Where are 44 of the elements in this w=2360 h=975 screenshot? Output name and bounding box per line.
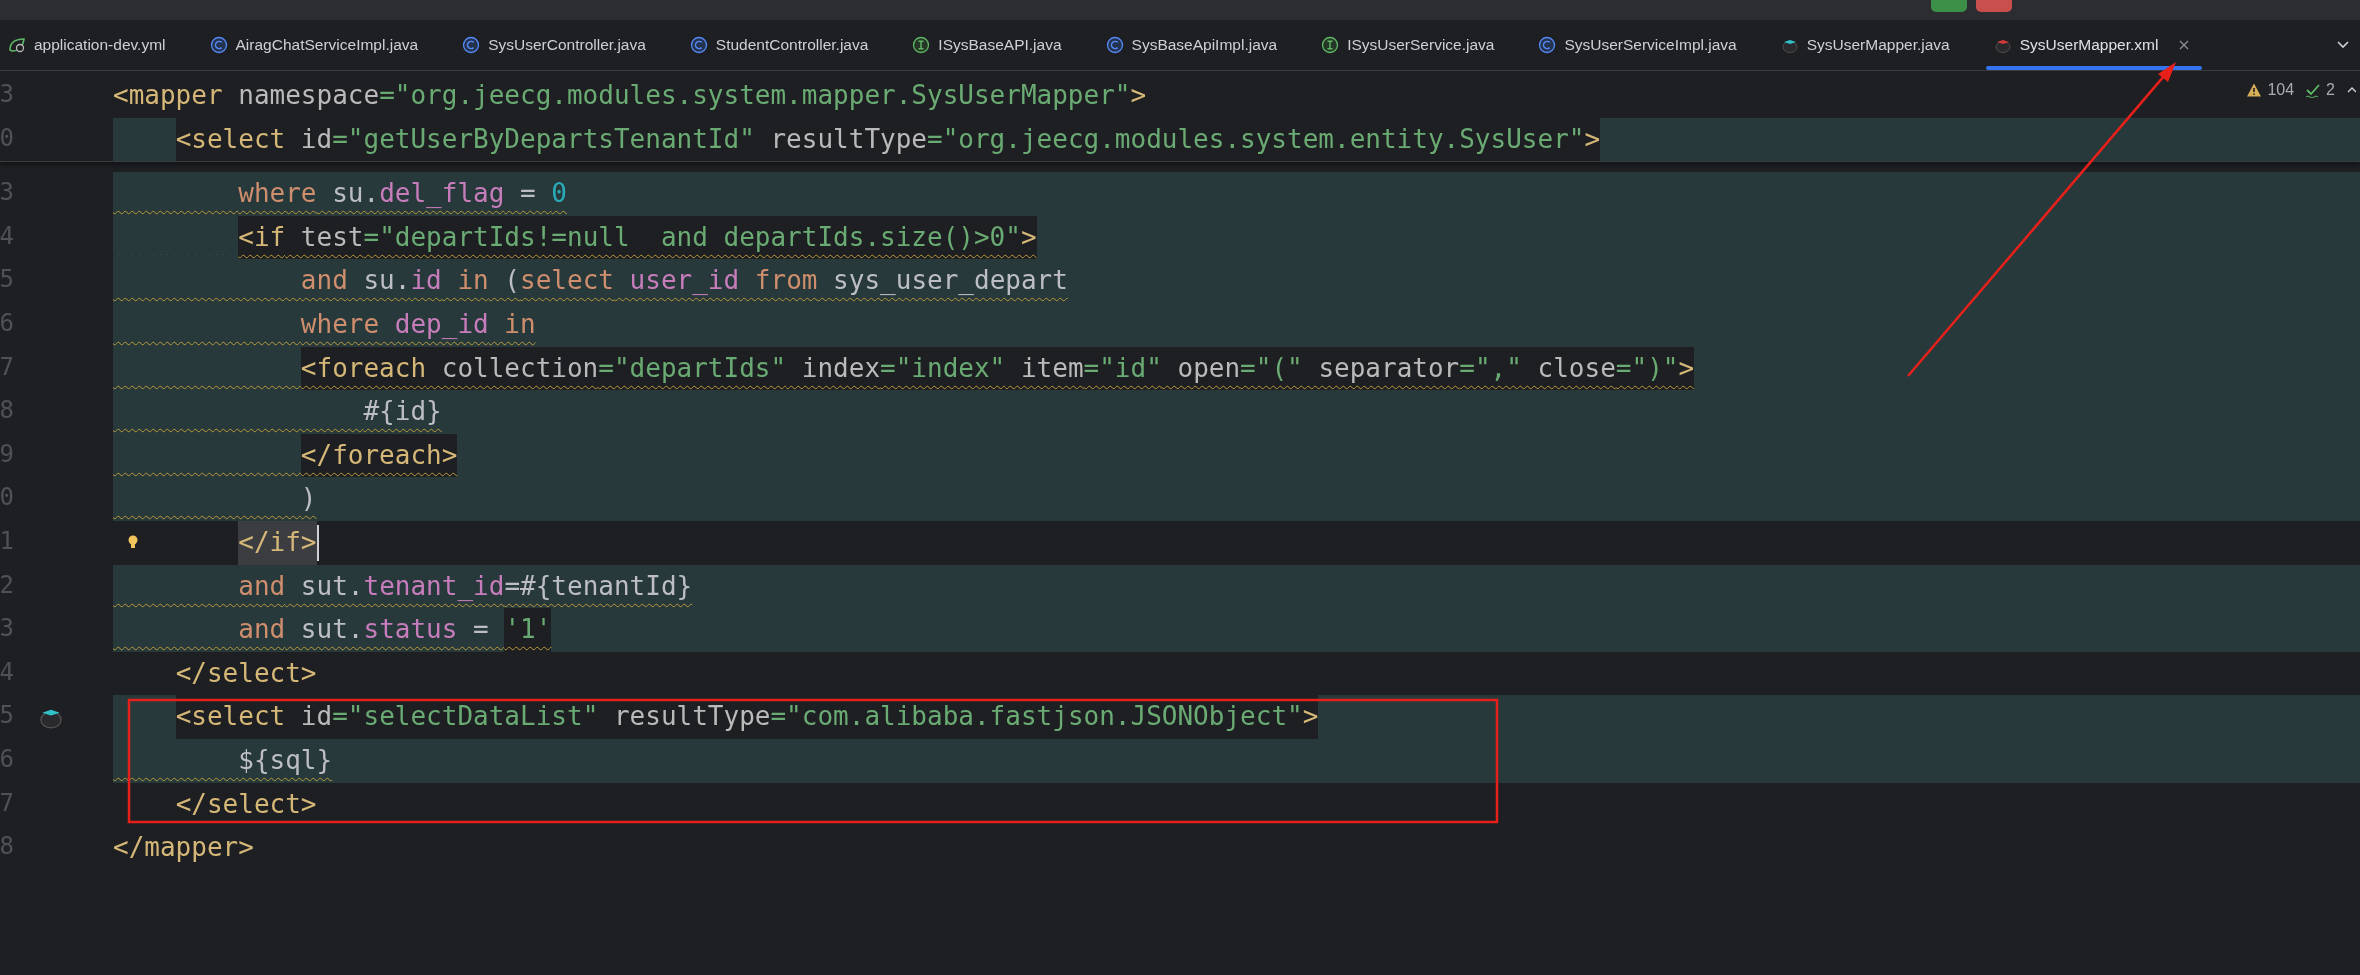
code-line: <select id="getUserByDepartsTenantId" resultType="org.jeecg.modules.system.entity.SysUser"> [113, 117, 1601, 162]
code-line: <foreach collection="departIds" index="index" item="id" open="(" separator="," close=")"> [113, 346, 1695, 391]
editor-tab[interactable]: application-dev.yml [0, 20, 202, 70]
code-line: #{id} [362, 395, 442, 429]
code-line: where su.del_flag = 0 [237, 177, 567, 211]
code-line: </select> [174, 787, 317, 821]
code-line: </mapper> [113, 831, 254, 865]
warning-count: 104 [2267, 81, 2295, 99]
code-line: <mapper namespace="org.jeecg.modules.system.mapper.SysUserMapper"> [113, 79, 1147, 112]
code-line: and sut.tenant_id=#{tenantId} [237, 569, 693, 603]
interface-icon [1321, 36, 1340, 54]
bulb-icon[interactable] [127, 533, 139, 550]
code-line: </foreach> [113, 433, 458, 478]
editor-tab[interactable]: ISysUserService.java [1313, 20, 1531, 70]
warning-icon[interactable] [2246, 82, 2263, 98]
editor-tab[interactable]: SysUserController.java [454, 20, 682, 70]
leaf-icon [8, 36, 26, 54]
class-icon [209, 36, 228, 54]
class-icon [1538, 36, 1557, 54]
code-line: <select id="selectDataList" resultType="com.alibaba.fastjson.JSONObject"> [113, 695, 1319, 739]
class-icon [1105, 36, 1124, 54]
check-icon[interactable] [2305, 82, 2322, 98]
class-icon [689, 36, 708, 54]
close-icon[interactable] [2178, 39, 2191, 51]
interface-icon [912, 36, 931, 54]
code-line: and sut.status = '1' [113, 608, 552, 652]
code-line: where dep_id in [299, 307, 536, 341]
code-line: </select> [174, 656, 317, 690]
editor-tab[interactable]: SysUserServiceImpl.java [1530, 20, 1773, 70]
editor-tab[interactable]: StudentController.java [681, 20, 905, 70]
typo-count: 2 [2326, 81, 2335, 99]
editor-tab[interactable]: SysUserMapper.java [1772, 20, 1986, 70]
toolbar-button[interactable] [1931, 0, 1967, 12]
editor-tab[interactable]: AiragChatServiceImpl.java [201, 20, 455, 70]
chevron-down-icon[interactable] [2336, 40, 2350, 50]
editor-tab[interactable]: SysUserMapper.xml [1985, 20, 2203, 70]
code-line: and su.id in (select user_id from sys_user_depart [299, 264, 1068, 298]
editor-tab[interactable]: ISysBaseAPI.java [904, 20, 1098, 70]
code-line: </if> [113, 520, 319, 565]
class-icon [462, 36, 481, 54]
editor-tab[interactable]: SysBaseApiImpl.java [1097, 20, 1314, 70]
code-line: ${sql} [237, 743, 333, 777]
code-line: ) [299, 482, 317, 516]
toolbar-button[interactable] [1976, 0, 2012, 12]
